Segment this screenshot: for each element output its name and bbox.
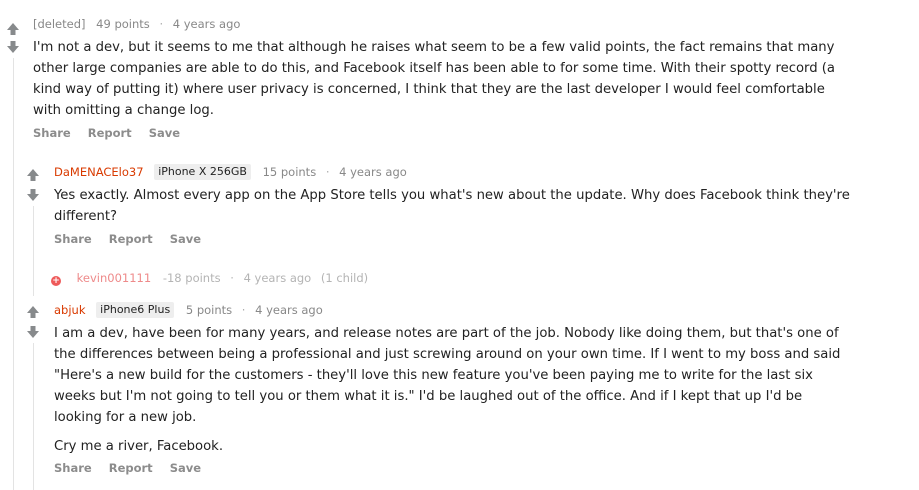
share-button[interactable]: Share (54, 232, 92, 246)
downvote-arrow-icon[interactable] (26, 188, 42, 202)
collapsed-children-count: (1 child) (320, 271, 369, 285)
upvote-arrow-icon[interactable] (6, 22, 22, 36)
comment-actions: Share Report Save (33, 125, 193, 141)
comment-body: I'm not a dev, but it seems to me that a… (33, 37, 853, 121)
meta-separator: · (325, 165, 330, 179)
comment-author[interactable]: abjuk (54, 302, 86, 318)
collapsed-time[interactable]: 4 years ago (244, 271, 312, 285)
comment-paragraph: Yes exactly. Almost every app on the App… (54, 188, 850, 224)
collapsed-points: -18 points (162, 271, 221, 285)
comment-author[interactable]: DaMENACElo37 (54, 164, 144, 180)
report-button[interactable]: Report (109, 461, 153, 475)
comment-author[interactable]: [deleted] (33, 16, 86, 32)
comment-paragraph: Cry me a river, Facebook. (54, 439, 224, 454)
report-button[interactable]: Report (109, 232, 153, 246)
upvote-arrow-icon[interactable] (26, 305, 42, 319)
comment-meta: [deleted] 49 points · 4 years ago (33, 16, 240, 32)
comment-body: Yes exactly. Almost every app on the App… (54, 185, 854, 227)
downvote-arrow-icon[interactable] (26, 325, 42, 339)
comment-paragraph: I'm not a dev, but it seems to me that a… (33, 40, 836, 118)
meta-separator: · (159, 17, 164, 31)
comment-actions: Share Report Save (54, 460, 214, 476)
user-flair: iPhone X 256GB (154, 164, 251, 180)
comment-points: 5 points (185, 303, 233, 317)
comment-points: 49 points (96, 17, 150, 31)
expand-icon[interactable]: + (51, 276, 61, 286)
save-button[interactable]: Save (149, 126, 180, 140)
user-flair: iPhone6 Plus (96, 302, 175, 318)
collapsed-comment: + kevin001111 -18 points · 4 years ago (… (51, 270, 368, 286)
comment-time[interactable]: 4 years ago (255, 302, 323, 318)
comment-points: 15 points (262, 165, 317, 179)
downvote-arrow-icon[interactable] (6, 40, 22, 54)
comment-time[interactable]: 4 years ago (339, 164, 407, 180)
thread-line[interactable] (33, 206, 34, 296)
thread-line[interactable] (33, 343, 34, 490)
comment-meta: abjuk iPhone6 Plus 5 points · 4 years ag… (54, 302, 323, 318)
collapsed-author[interactable]: kevin001111 (77, 271, 152, 285)
comment-body: I am a dev, have been for many years, an… (54, 323, 854, 457)
meta-separator: · (241, 303, 246, 317)
upvote-arrow-icon[interactable] (26, 168, 42, 182)
save-button[interactable]: Save (170, 232, 201, 246)
comment-actions: Share Report Save (54, 231, 214, 247)
share-button[interactable]: Share (54, 461, 92, 475)
comment-meta: DaMENACElo37 iPhone X 256GB 15 points · … (54, 164, 407, 180)
save-button[interactable]: Save (170, 461, 201, 475)
report-button[interactable]: Report (88, 126, 132, 140)
meta-separator: · (230, 271, 234, 285)
thread-line[interactable] (13, 58, 14, 490)
share-button[interactable]: Share (33, 126, 71, 140)
comment-paragraph: I am a dev, have been for many years, an… (54, 326, 841, 425)
comment-time[interactable]: 4 years ago (173, 16, 241, 32)
